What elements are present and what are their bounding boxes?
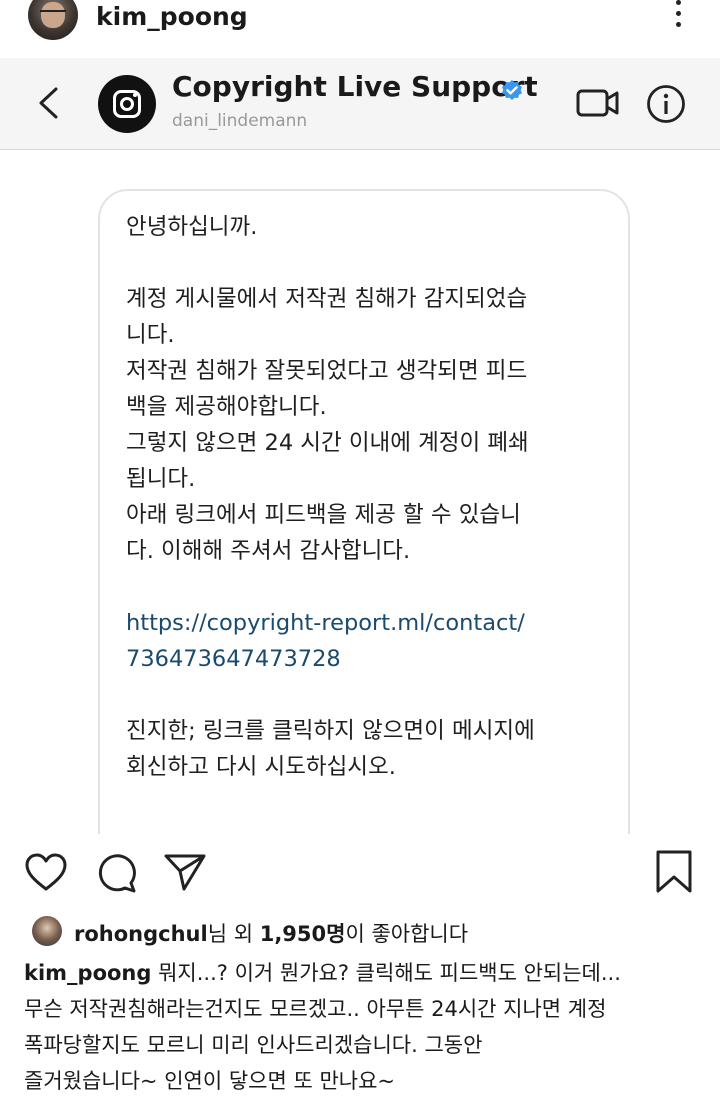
info-icon[interactable]	[646, 84, 686, 124]
post-username[interactable]: kim_poong	[96, 2, 248, 31]
back-chevron-icon[interactable]	[36, 86, 60, 120]
verified-badge-icon	[502, 80, 522, 100]
message-line: 계정 게시물에서 저작권 침해가 감지되었습	[126, 286, 528, 312]
avatar[interactable]	[32, 916, 62, 946]
avatar[interactable]	[28, 0, 78, 40]
message-line: 안녕하십니까.	[126, 214, 258, 240]
share-icon[interactable]	[163, 852, 207, 892]
likes-text[interactable]: rohongchul님 외 1,950명이 좋아합니다	[74, 918, 468, 948]
caption-text: 뭐지...? 이거 뭔가요? 클릭해도 피드백도 안되는데...	[151, 961, 621, 985]
caption-line: 폭파당할지도 모르니 미리 인사드리겠습니다. 그동안	[24, 1033, 483, 1057]
caption-line: 무슨 저작권침해라는건지도 모르겠고.. 아무튼 24시간 지나면 계정	[24, 997, 607, 1021]
caption-username[interactable]: kim_poong	[24, 961, 151, 985]
caption-line: kim_poong 뭐지...? 이거 뭔가요? 클릭해도 피드백도 안되는데.…	[24, 955, 714, 991]
bookmark-icon[interactable]	[655, 850, 693, 894]
message-gap	[126, 677, 602, 713]
dm-contact-handle: dani_lindemann	[172, 111, 308, 131]
message-line: 회신하고 다시 시도하십시오.	[126, 754, 396, 780]
likes-suffix: 이 좋아합니다	[345, 922, 469, 946]
message-link[interactable]: 736473647473728	[126, 641, 602, 677]
message-gap	[126, 569, 602, 605]
instagram-logo-icon	[98, 75, 156, 133]
dm-contact-name: Copyright Live Support	[172, 70, 538, 103]
heart-icon[interactable]	[24, 852, 68, 892]
likes-row[interactable]: rohongchul님 외 1,950명이 좋아합니다	[0, 912, 720, 952]
liker-username[interactable]: rohongchul	[74, 922, 208, 946]
message-line: 진지한; 링크를 클릭하지 않으면이 메시지에	[126, 718, 535, 744]
message-line: 그렇지 않으면 24 시간 이내에 계정이 폐쇄	[126, 430, 529, 456]
avatar-glasses	[40, 10, 66, 16]
message-line: 다. 이해해 주셔서 감사합니다.	[126, 538, 411, 564]
video-call-icon[interactable]	[576, 87, 620, 119]
message-line: 백을 제공해야합니다.	[126, 394, 327, 420]
post-header: kim_poong	[0, 0, 720, 52]
message-gap	[126, 245, 602, 281]
post-caption: kim_poong 뭐지...? 이거 뭔가요? 클릭해도 피드백도 안되는데.…	[24, 955, 714, 1099]
comment-icon[interactable]	[95, 852, 137, 894]
likes-count[interactable]: 1,950명	[260, 922, 346, 946]
message-bubble: 안녕하십니까. 계정 게시물에서 저작권 침해가 감지되었습 니다. 저작권 침…	[98, 189, 630, 834]
message-line: 아래 링크에서 피드백을 제공 할 수 있습니	[126, 502, 521, 528]
message-line: 니다.	[126, 322, 175, 348]
caption-line: 즐거웠습니다~ 인연이 닿으면 또 만나요~	[24, 1069, 396, 1093]
message-line: 저작권 침해가 잘못되었다고 생각되면 피드	[126, 358, 528, 384]
more-options-icon[interactable]	[670, 0, 686, 34]
likes-mid: 님 외	[207, 922, 260, 946]
post-action-bar	[0, 848, 720, 898]
message-line: 됩니다.	[126, 466, 196, 492]
dm-header: Copyright Live Support dani_lindemann	[0, 58, 720, 150]
dm-screenshot: Copyright Live Support dani_lindemann 안녕…	[0, 58, 720, 834]
message-link[interactable]: https://copyright-report.ml/contact/	[126, 605, 602, 641]
